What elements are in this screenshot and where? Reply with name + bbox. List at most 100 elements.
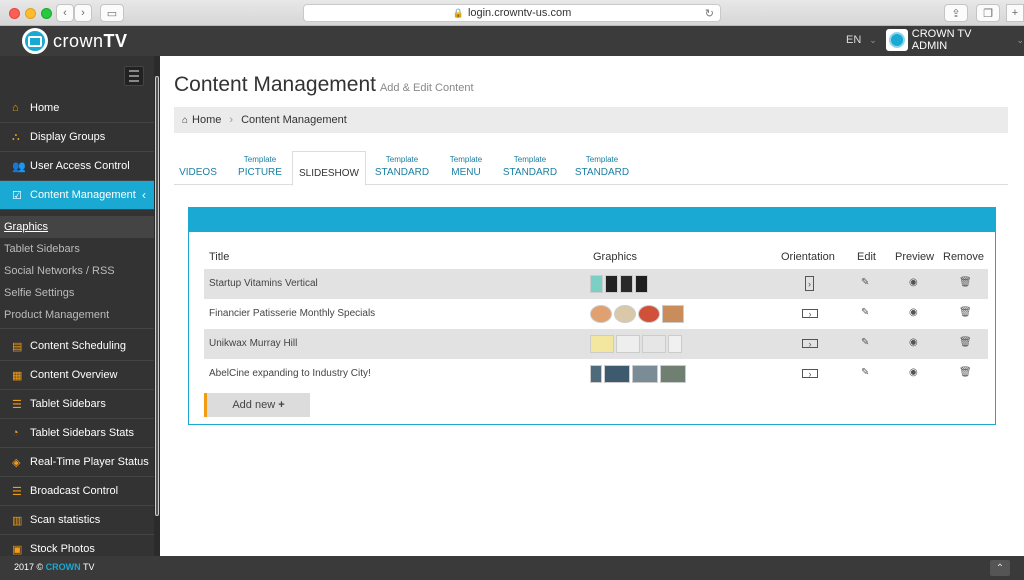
edit-icon[interactable]: ✎ bbox=[861, 307, 869, 318]
logo-icon bbox=[22, 28, 48, 54]
thumbnail[interactable] bbox=[604, 365, 630, 383]
sidebar-item-content-overview[interactable]: ▦ Content Overview bbox=[0, 361, 154, 390]
thumbnail[interactable] bbox=[590, 335, 614, 353]
horizontal-orientation-icon: › bbox=[802, 309, 818, 319]
tab-label: SLIDESHOW bbox=[298, 168, 359, 179]
back-button[interactable]: ‹ bbox=[56, 4, 74, 22]
thumbnail[interactable] bbox=[590, 365, 602, 383]
sidebar-nav-top: ⌂ Home ⛬ Display Groups 👥 User Access Co… bbox=[0, 94, 154, 210]
thumbnail[interactable] bbox=[590, 275, 603, 293]
copyright: 2017 © CROWN TV bbox=[14, 562, 95, 572]
play-circle-icon[interactable]: ◉ bbox=[909, 277, 918, 288]
thumbnail[interactable] bbox=[635, 275, 648, 293]
sidebar-item-display-groups[interactable]: ⛬ Display Groups bbox=[0, 123, 154, 152]
thumbnail[interactable] bbox=[668, 335, 682, 353]
thumbnail[interactable] bbox=[638, 305, 660, 323]
new-tab-button[interactable]: + bbox=[1006, 4, 1024, 22]
close-window-button[interactable] bbox=[9, 8, 20, 19]
edit-icon[interactable]: ✎ bbox=[861, 277, 869, 288]
chevron-up-icon: ⌃ bbox=[995, 562, 1005, 574]
thumbnail[interactable] bbox=[660, 365, 686, 383]
crowntv-logo[interactable]: crownTV bbox=[22, 28, 128, 54]
trash-icon[interactable]: 🗑 bbox=[959, 277, 972, 288]
scroll-to-top-button[interactable]: ⌃ bbox=[990, 560, 1010, 576]
sidebar-subitem-social-networks[interactable]: Social Networks / RSS bbox=[0, 260, 154, 282]
language-selector[interactable]: EN ⌄ bbox=[846, 34, 877, 46]
app-header: crownTV EN ⌄ CROWN TV ADMIN ⌄ bbox=[0, 26, 1024, 56]
tabs-button[interactable]: ❐ bbox=[976, 4, 1000, 22]
bar-chart-icon: ▥ bbox=[12, 514, 23, 527]
forward-button[interactable]: › bbox=[74, 4, 92, 22]
tab-template-standard-2[interactable]: Template STANDARD bbox=[502, 151, 558, 185]
sidebar-subitem-product-management[interactable]: Product Management bbox=[0, 304, 154, 326]
address-bar[interactable]: 🔒 login.crowntv-us.com ↻ bbox=[303, 4, 721, 22]
thumbnail[interactable] bbox=[614, 305, 636, 323]
sidebar-item-label: Content Scheduling bbox=[30, 340, 127, 352]
sidebar-submenu: Graphics Tablet Sidebars Social Networks… bbox=[0, 216, 154, 329]
sidebar-subitem-graphics[interactable]: Graphics bbox=[0, 216, 154, 238]
thumbnail[interactable] bbox=[632, 365, 658, 383]
edit-icon[interactable]: ✎ bbox=[861, 337, 869, 348]
sidebar-item-broadcast-control[interactable]: ☰ Broadcast Control bbox=[0, 477, 154, 506]
tab-small-label: Template bbox=[585, 155, 619, 164]
sidebar-item-user-access-control[interactable]: 👥 User Access Control bbox=[0, 152, 154, 181]
tab-label: STANDARD bbox=[502, 167, 558, 178]
panel-header bbox=[189, 208, 995, 232]
tab-template-picture[interactable]: Template PICTURE bbox=[238, 151, 282, 185]
cube-icon: ◈ bbox=[12, 456, 21, 469]
user-menu[interactable]: CROWN TV ADMIN ⌄ bbox=[886, 28, 1024, 52]
sidebar-item-tablet-sidebars[interactable]: ☰ Tablet Sidebars bbox=[0, 390, 154, 419]
tab-slideshow[interactable]: SLIDESHOW bbox=[292, 151, 366, 186]
share-button[interactable]: ⇪ bbox=[944, 4, 968, 22]
menu-toggle-button[interactable] bbox=[124, 66, 144, 86]
trash-icon[interactable]: 🗑 bbox=[959, 367, 972, 378]
sidebar-item-real-time-player-status[interactable]: ◈ Real-Time Player Status bbox=[0, 448, 154, 477]
play-circle-icon[interactable]: ◉ bbox=[909, 367, 918, 378]
edit-icon[interactable]: ✎ bbox=[861, 367, 869, 378]
tab-template-standard-1[interactable]: Template STANDARD bbox=[374, 151, 430, 185]
tab-small-label bbox=[293, 156, 365, 166]
add-new-button[interactable]: Add new + bbox=[204, 393, 310, 417]
thumbnail[interactable] bbox=[642, 335, 666, 353]
sidebar-subitem-tablet-sidebars[interactable]: Tablet Sidebars bbox=[0, 238, 154, 260]
thumbnail[interactable] bbox=[620, 275, 633, 293]
sidebar-item-content-scheduling[interactable]: ▤ Content Scheduling bbox=[0, 332, 154, 361]
chevron-right-icon: › bbox=[81, 7, 85, 19]
breadcrumb-home[interactable]: Home bbox=[192, 114, 221, 126]
list-icon: ☰ bbox=[12, 485, 22, 498]
play-circle-icon[interactable]: ◉ bbox=[909, 307, 918, 318]
thumbnail[interactable] bbox=[662, 305, 684, 323]
sidebar-toggle-button[interactable]: ▭ bbox=[100, 4, 124, 22]
tab-template-menu[interactable]: Template MENU bbox=[444, 151, 488, 185]
thumbnail[interactable] bbox=[616, 335, 640, 353]
thumbnail[interactable] bbox=[590, 305, 612, 323]
logo-text-bold: TV bbox=[103, 30, 128, 51]
sidebar-item-label: User Access Control bbox=[30, 160, 130, 172]
trash-icon[interactable]: 🗑 bbox=[959, 337, 972, 348]
page-title-text: Content Management bbox=[174, 73, 376, 96]
sidebar-item-label: Broadcast Control bbox=[30, 485, 119, 497]
tab-videos[interactable]: VIDEOS bbox=[178, 151, 218, 185]
sidebar-item-content-management[interactable]: ☑ Content Management ‹ bbox=[0, 181, 154, 210]
reload-icon[interactable]: ↻ bbox=[705, 7, 714, 20]
sidebar-scrollbar[interactable] bbox=[154, 56, 160, 560]
edit-square-icon: ☑ bbox=[12, 189, 22, 202]
zoom-window-button[interactable] bbox=[41, 8, 52, 19]
footer: 2017 © CROWN TV ⌃ bbox=[0, 556, 1024, 580]
chevron-left-icon: ‹ bbox=[63, 7, 67, 19]
sidebar-item-scan-statistics[interactable]: ▥ Scan statistics bbox=[0, 506, 154, 535]
minimize-window-button[interactable] bbox=[25, 8, 36, 19]
play-circle-icon[interactable]: ◉ bbox=[909, 337, 918, 348]
sidebar-subitem-selfie-settings[interactable]: Selfie Settings bbox=[0, 282, 154, 304]
tab-template-standard-3[interactable]: Template STANDARD bbox=[574, 151, 630, 185]
sidebar-item-tablet-sidebars-stats[interactable]: ◔ Tablet Sidebars Stats bbox=[0, 419, 154, 448]
chevron-down-icon: ⌄ bbox=[869, 35, 877, 45]
vertical-orientation-icon: › bbox=[805, 276, 814, 291]
sidebar-item-home[interactable]: ⌂ Home bbox=[0, 94, 154, 123]
thumbnail[interactable] bbox=[605, 275, 618, 293]
tab-label: PICTURE bbox=[238, 167, 282, 178]
pie-chart-icon: ◔ bbox=[12, 427, 19, 439]
horizontal-orientation-icon: › bbox=[802, 369, 818, 379]
trash-icon[interactable]: 🗑 bbox=[959, 307, 972, 318]
column-header-remove: Remove bbox=[943, 251, 984, 263]
